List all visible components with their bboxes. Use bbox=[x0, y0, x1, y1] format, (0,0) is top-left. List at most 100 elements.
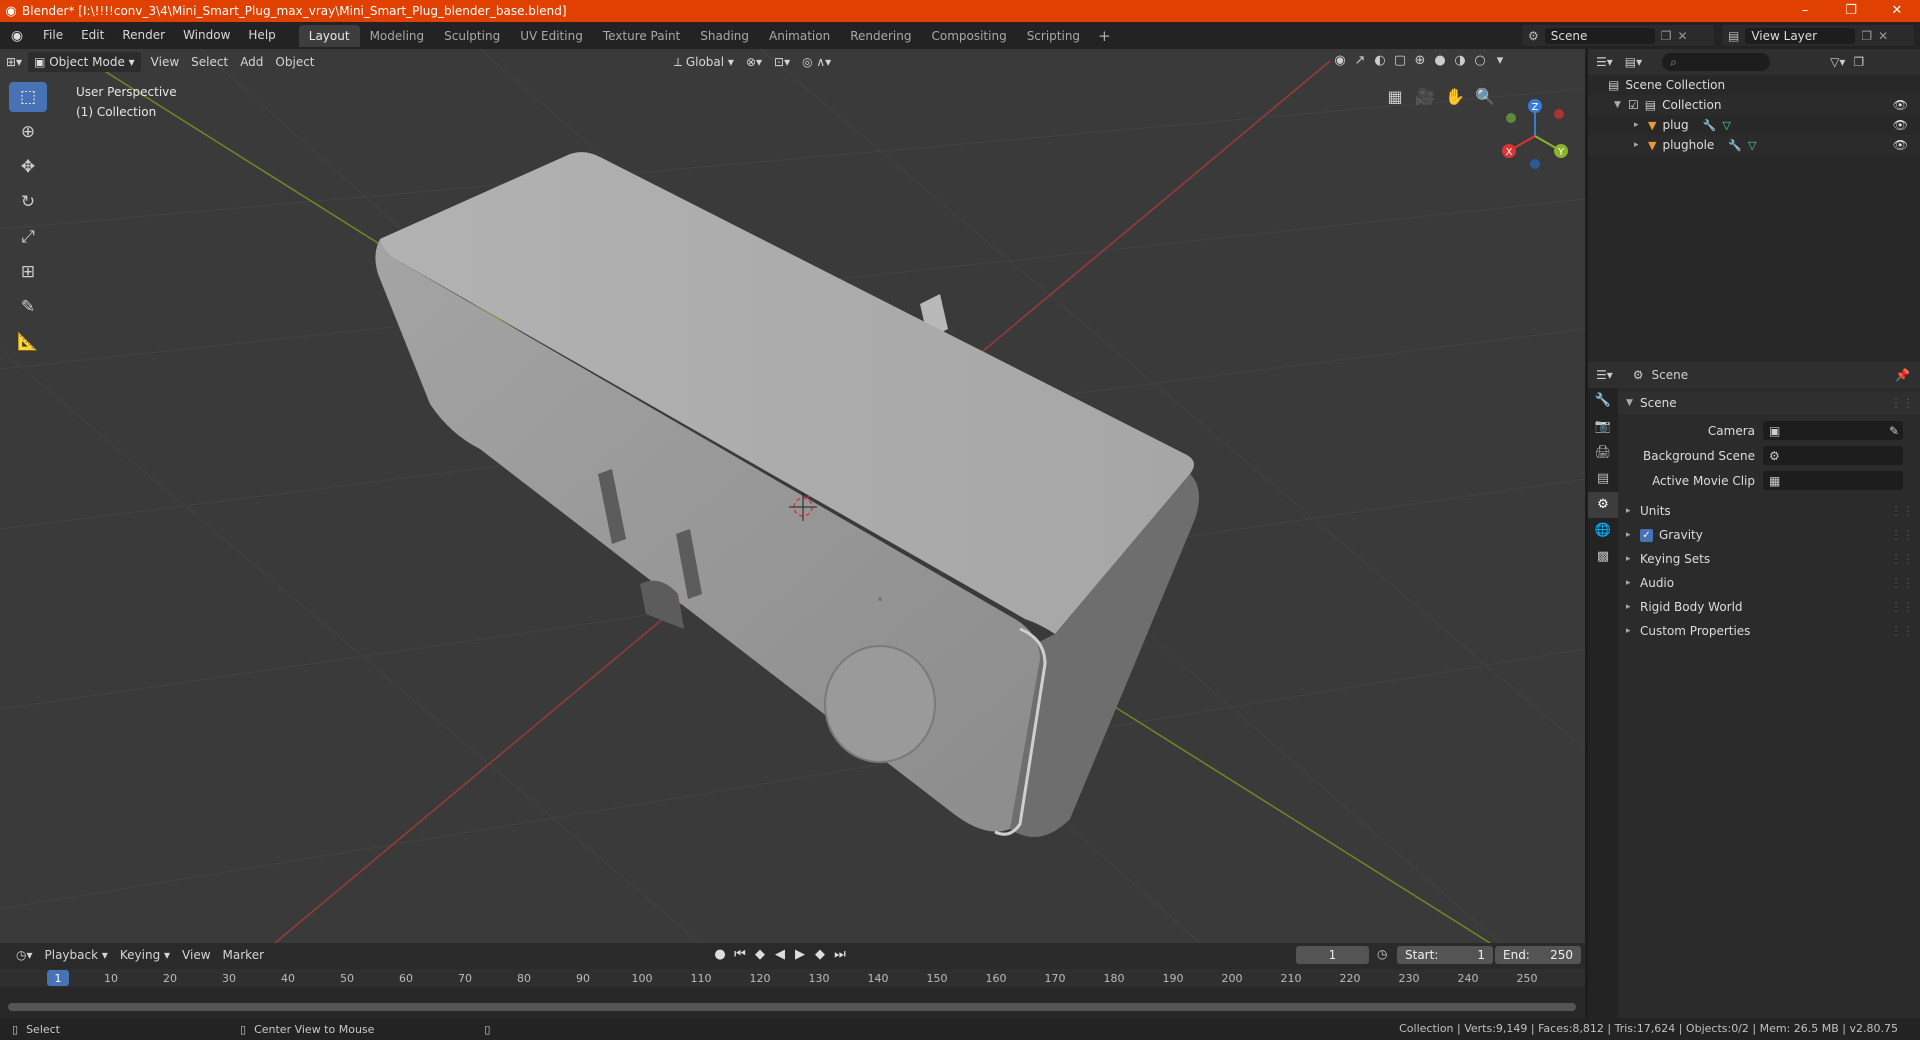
menu-add[interactable]: Add bbox=[234, 52, 269, 72]
menu-keying[interactable]: Keying ▾ bbox=[114, 945, 176, 965]
scene-selector[interactable]: ⚙ Scene ❐ ✕ bbox=[1522, 25, 1714, 46]
overlay-toggle-icon[interactable]: ◐ bbox=[1370, 53, 1390, 68]
gravity-panel[interactable]: ▸ ✓ Gravity ⋮⋮ bbox=[1618, 523, 1920, 547]
menu-render[interactable]: Render bbox=[113, 22, 174, 49]
tab-rendering[interactable]: Rendering bbox=[840, 25, 921, 47]
shading-options-icon[interactable]: ▾ bbox=[1490, 53, 1510, 68]
menu-window[interactable]: Window bbox=[174, 22, 239, 49]
scale-tool-icon[interactable]: ⤢ bbox=[9, 222, 47, 252]
maximize-button[interactable]: ❐ bbox=[1828, 0, 1874, 22]
properties-editor[interactable]: ☰▾ ⚙ Scene 📌 🔧 📷 🖨 ▤ ⚙ 🌐 ▩ ▼ Scene ⋮⋮ Ca… bbox=[1588, 362, 1920, 1018]
menu-edit[interactable]: Edit bbox=[72, 22, 113, 49]
display-mode-icon[interactable]: ▤▾ bbox=[1625, 55, 1642, 69]
end-frame-field[interactable]: End: 250 bbox=[1495, 946, 1581, 964]
active-movie-clip-field[interactable]: ▦ bbox=[1763, 471, 1903, 490]
scene-tab-icon[interactable]: ⚙ bbox=[1588, 492, 1618, 518]
menu-select[interactable]: Select bbox=[185, 52, 234, 72]
editor-type-icon[interactable]: ⊞▾ bbox=[0, 52, 28, 72]
filter-icon[interactable]: ▽▾ bbox=[1830, 55, 1845, 69]
rotate-tool-icon[interactable]: ↻ bbox=[9, 187, 47, 217]
record-icon[interactable]: ● bbox=[710, 945, 730, 965]
end-value[interactable]: 250 bbox=[1550, 946, 1573, 964]
toggle-grid-icon[interactable]: ▦ bbox=[1380, 87, 1410, 106]
tab-animation[interactable]: Animation bbox=[759, 25, 840, 47]
object-expand-icon[interactable]: ▸ bbox=[1634, 140, 1648, 150]
wireframe-shading-icon[interactable]: ⊕ bbox=[1410, 53, 1430, 68]
current-frame-field[interactable]: 1 bbox=[1296, 946, 1369, 964]
menu-timeline-view[interactable]: View bbox=[176, 945, 216, 965]
xray-icon[interactable]: ▢ bbox=[1390, 53, 1410, 68]
move-tool-icon[interactable]: ✥ bbox=[9, 152, 47, 182]
rendered-shading-icon[interactable]: ○ bbox=[1470, 53, 1490, 68]
timeline-editor[interactable]: ◷▾ Playback ▾ Keying ▾ View Marker ● ⏮ ◆… bbox=[0, 943, 1585, 1028]
remove-scene-icon[interactable]: ✕ bbox=[1678, 29, 1688, 43]
remove-view-layer-icon[interactable]: ✕ bbox=[1878, 29, 1888, 43]
mode-dropdown[interactable]: ▣ Object Mode ▾ bbox=[28, 52, 141, 72]
jump-start-icon[interactable]: ⏮ bbox=[730, 945, 750, 965]
tab-uv-editing[interactable]: UV Editing bbox=[510, 25, 593, 47]
drag-handle-icon[interactable]: ⋮⋮ bbox=[1890, 552, 1914, 566]
prev-keyframe-icon[interactable]: ◆ bbox=[750, 945, 770, 965]
menu-playback[interactable]: Playback ▾ bbox=[39, 945, 114, 965]
timeline-editor-type-icon[interactable]: ◷▾ bbox=[10, 945, 39, 965]
scene-name[interactable]: Scene bbox=[1544, 27, 1655, 44]
select-box-tool-icon[interactable]: ⬚ bbox=[9, 82, 47, 112]
menu-object[interactable]: Object bbox=[269, 52, 320, 72]
view-layer-tab-icon[interactable]: ▤ bbox=[1588, 466, 1618, 492]
scene-collection-row[interactable]: ▤ Scene Collection bbox=[1588, 75, 1920, 95]
menu-marker[interactable]: Marker bbox=[217, 945, 270, 965]
tab-texture-paint[interactable]: Texture Paint bbox=[593, 25, 690, 47]
audio-panel[interactable]: ▸ Audio ⋮⋮ bbox=[1618, 571, 1920, 595]
object-expand-icon[interactable]: ▸ bbox=[1634, 120, 1648, 130]
menu-view[interactable]: View bbox=[145, 52, 185, 72]
outliner-search-input[interactable]: ⌕ bbox=[1662, 53, 1771, 71]
jump-end-icon[interactable]: ⏭ bbox=[830, 945, 850, 965]
drag-handle-icon[interactable]: ⋮⋮ bbox=[1890, 576, 1914, 590]
scene-panel-header[interactable]: ▼ Scene ⋮⋮ bbox=[1618, 392, 1920, 414]
new-scene-icon[interactable]: ❐ bbox=[1661, 29, 1672, 43]
outliner[interactable]: ☰▾ ▤▾ ⌕ ▽▾ ❐ ▤ Scene Collection ▼ ☑ ▤ Co… bbox=[1588, 49, 1920, 362]
blender-logo-icon[interactable]: ◉ bbox=[0, 28, 34, 44]
measure-tool-icon[interactable]: 📐 bbox=[9, 327, 47, 357]
clock-icon[interactable]: ◷ bbox=[1377, 947, 1387, 961]
gravity-checkbox[interactable]: ✓ bbox=[1640, 528, 1653, 542]
eyedropper-icon[interactable]: ✎ bbox=[1889, 424, 1899, 438]
drag-handle-icon[interactable]: ⋮⋮ bbox=[1890, 396, 1914, 410]
output-tab-icon[interactable]: 🖨 bbox=[1588, 440, 1618, 466]
tab-compositing[interactable]: Compositing bbox=[921, 25, 1016, 47]
smart-plug-model[interactable] bbox=[375, 152, 1199, 837]
properties-editor-type-icon[interactable]: ☰▾ bbox=[1596, 368, 1613, 382]
play-reverse-icon[interactable]: ◀ bbox=[770, 945, 790, 965]
outliner-object-row[interactable]: ▸ ▼ plughole 🔧 ▽ 👁 bbox=[1588, 135, 1920, 155]
pan-view-icon[interactable]: ✋ bbox=[1440, 87, 1470, 106]
minimize-button[interactable]: – bbox=[1782, 0, 1828, 22]
next-keyframe-icon[interactable]: ◆ bbox=[810, 945, 830, 965]
collection-expand-icon[interactable]: ▼ bbox=[1614, 100, 1628, 110]
modifier-icon[interactable]: 🔧 bbox=[1728, 139, 1742, 152]
camera-view-icon[interactable]: 🎥 bbox=[1410, 87, 1440, 106]
outliner-editor-type-icon[interactable]: ☰▾ bbox=[1596, 55, 1613, 69]
drag-handle-icon[interactable]: ⋮⋮ bbox=[1890, 504, 1914, 518]
background-scene-field[interactable]: ⚙ bbox=[1763, 446, 1903, 465]
tool-tab-icon[interactable]: 🔧 bbox=[1588, 388, 1618, 414]
proportional-edit-icon[interactable]: ◎ ∧▾ bbox=[796, 52, 837, 72]
annotate-tool-icon[interactable]: ✎ bbox=[9, 292, 47, 322]
visibility-icon[interactable]: ◉ bbox=[1330, 53, 1350, 68]
close-button[interactable]: ✕ bbox=[1874, 0, 1920, 22]
visibility-eye-icon[interactable]: 👁 bbox=[1893, 138, 1908, 152]
keying-sets-panel[interactable]: ▸ Keying Sets ⋮⋮ bbox=[1618, 547, 1920, 571]
play-icon[interactable]: ▶ bbox=[790, 945, 810, 965]
visibility-eye-icon[interactable]: 👁 bbox=[1893, 98, 1908, 112]
world-tab-icon[interactable]: 🌐 bbox=[1588, 518, 1618, 544]
outliner-object-row[interactable]: ▸ ▼ plug 🔧 ▽ 👁 bbox=[1588, 115, 1920, 135]
visibility-eye-icon[interactable]: 👁 bbox=[1893, 118, 1908, 132]
collection-row[interactable]: ▼ ☑ ▤ Collection 👁 bbox=[1588, 95, 1920, 115]
gizmo-toggle-icon[interactable]: ↗ bbox=[1350, 53, 1370, 68]
transform-tool-icon[interactable]: ⊞ bbox=[9, 257, 47, 287]
drag-handle-icon[interactable]: ⋮⋮ bbox=[1890, 624, 1914, 638]
start-value[interactable]: 1 bbox=[1477, 946, 1485, 964]
tab-shading[interactable]: Shading bbox=[690, 25, 759, 47]
snap-icon[interactable]: ⊡▾ bbox=[768, 52, 796, 72]
tab-layout[interactable]: Layout bbox=[298, 24, 360, 47]
3d-viewport[interactable]: ⊞▾ ▣ Object Mode ▾ View Select Add Objec… bbox=[0, 49, 1585, 943]
